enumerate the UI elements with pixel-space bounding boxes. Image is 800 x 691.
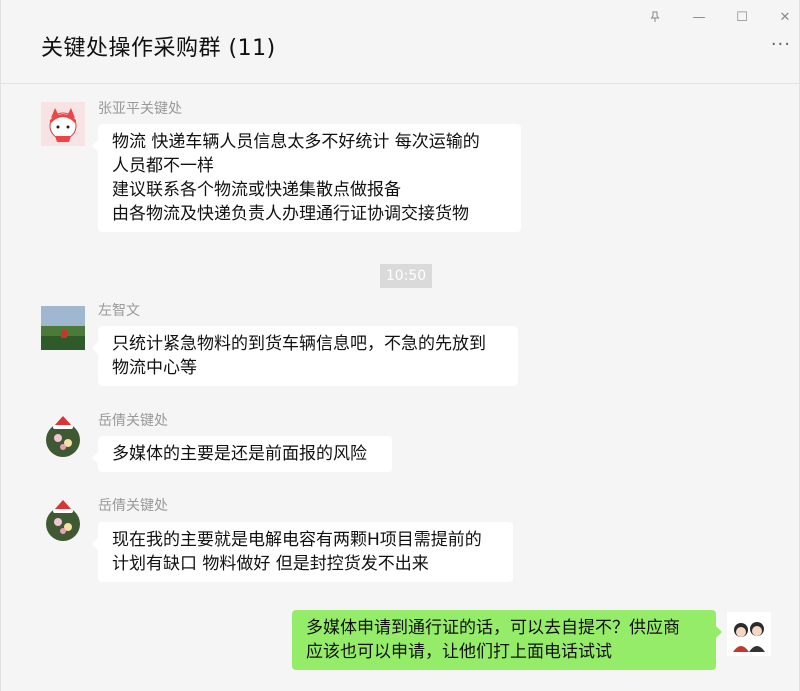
message-line: 多媒体的主要是还是前面报的风险	[112, 444, 367, 464]
message-timestamp: 10:50	[380, 264, 432, 288]
avatar[interactable]	[727, 612, 771, 656]
message-line: 多媒体申请到通行证的话，可以去自提不？供应商	[306, 618, 680, 638]
avatar[interactable]	[41, 306, 85, 350]
sender-name: 张亚平关键处	[98, 101, 182, 117]
message-line: 物流 快递车辆人员信息太多不好统计 每次运输的	[112, 132, 480, 152]
message-line: 物流中心等	[112, 358, 197, 378]
message-bubble[interactable]: 现在我的主要就是电解电容有两颗H项目需提前的 计划有缺口 物料做好 但是封控货发…	[92, 522, 513, 582]
message-line: 计划有缺口 物料做好 但是封控货发不出来	[112, 554, 429, 574]
message-bubble[interactable]: 只统计紧急物料的到货车辆信息吧，不急的先放到 物流中心等	[92, 326, 518, 386]
maximize-button[interactable]: ☐	[728, 6, 756, 28]
chat-window: — ☐ ✕ 关键处操作采购群 (11) ··· 张亚平关键处 物流 快递车辆人员…	[0, 0, 800, 691]
avatar[interactable]	[41, 102, 85, 146]
sender-name: 岳倩关键处	[98, 498, 168, 514]
sender-name: 左智文	[98, 303, 140, 319]
close-button[interactable]: ✕	[771, 6, 799, 28]
pin-icon[interactable]	[641, 6, 669, 28]
message-line: 应该也可以申请，让他们打上面电话试试	[306, 642, 612, 662]
message-bubble[interactable]: 物流 快递车辆人员信息太多不好统计 每次运输的 人员都不一样 建议联系各个物流或…	[92, 124, 521, 232]
chat-scrollbar[interactable]	[793, 84, 799, 691]
chat-title: 关键处操作采购群 (11)	[41, 36, 276, 61]
message-line: 建议联系各个物流或快递集散点做报备	[112, 180, 401, 200]
avatar[interactable]	[41, 498, 85, 542]
message-line: 由各物流及快递负责人办理通行证协调交接货物	[112, 204, 469, 224]
message-list[interactable]: 张亚平关键处 物流 快递车辆人员信息太多不好统计 每次运输的 人员都不一样 建议…	[1, 84, 800, 691]
message-line: 只统计紧急物料的到货车辆信息吧，不急的先放到	[112, 334, 486, 354]
sender-name: 岳倩关键处	[98, 413, 168, 429]
message-bubble-self[interactable]: 多媒体申请到通行证的话，可以去自提不？供应商 应该也可以申请，让他们打上面电话试…	[292, 610, 722, 670]
more-options-icon[interactable]: ···	[771, 36, 791, 54]
message-line: 人员都不一样	[112, 156, 214, 176]
message-line: 现在我的主要就是电解电容有两颗H项目需提前的	[112, 530, 482, 550]
minimize-button[interactable]: —	[685, 6, 713, 28]
avatar[interactable]	[41, 414, 85, 458]
message-bubble[interactable]: 多媒体的主要是还是前面报的风险	[92, 436, 392, 472]
